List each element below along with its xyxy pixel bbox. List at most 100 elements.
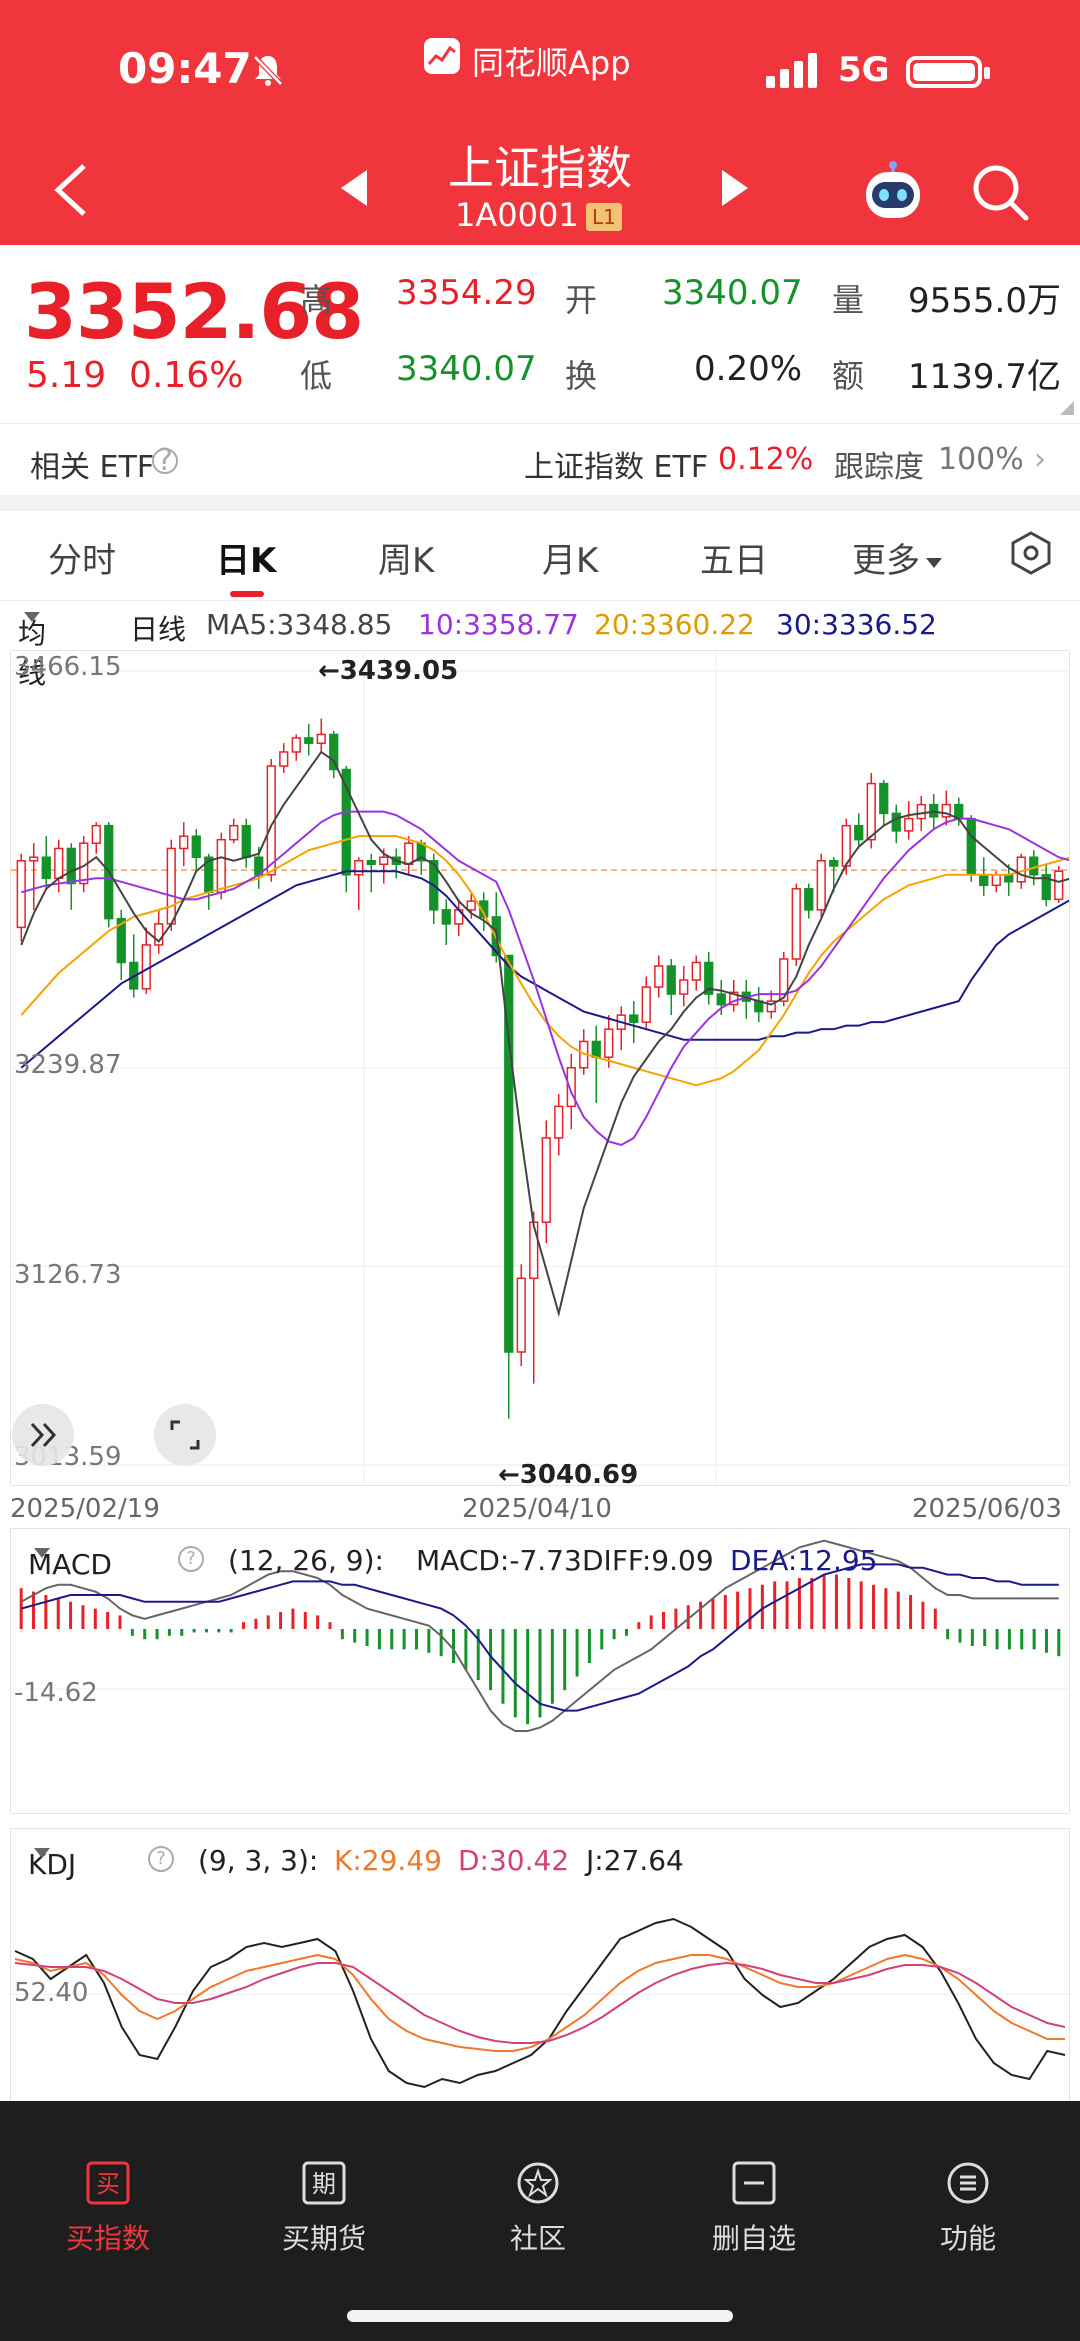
community-icon <box>516 2161 560 2205</box>
candle-up <box>516 1277 526 1353</box>
nav-remove-watchlist[interactable]: 删自选 <box>674 2161 834 2257</box>
battery-icon <box>906 56 990 88</box>
tab-daily-k[interactable]: 日K <box>216 533 276 582</box>
candle-up <box>279 751 289 767</box>
prev-index-icon[interactable] <box>337 168 371 208</box>
kdj-params: (9, 3, 3): <box>198 1844 319 1877</box>
ma10-line <box>20 810 1072 1147</box>
amount-value: 1139.7亿 <box>908 357 1061 397</box>
turnover-label: 换 <box>565 357 598 395</box>
menu-icon <box>946 2161 990 2205</box>
tracking-value: 100% <box>938 442 1024 477</box>
candle-up <box>816 859 826 911</box>
ma30-line <box>20 870 1072 1069</box>
kline-chart-panel[interactable] <box>10 650 1072 1486</box>
date-mid: 2025/04/10 <box>462 1494 612 1524</box>
caret-down-icon <box>34 1548 50 1558</box>
app-header: 09:47 同花顺App 5G 上证指数 1A0001 L1 <box>0 0 1080 245</box>
tab-weekly-k[interactable]: 周K <box>378 533 434 582</box>
candle-down <box>41 856 51 880</box>
macd-params: (12, 26, 9): <box>228 1544 384 1577</box>
open-value: 3340.07 <box>662 273 803 313</box>
tab-five-day[interactable]: 五日 <box>700 533 768 582</box>
candle-down <box>854 824 864 841</box>
price-change: 5.19 0.16% <box>26 355 243 396</box>
etf-pct: 0.12% <box>718 442 814 477</box>
candle-up <box>866 782 876 841</box>
candle-down <box>629 1014 639 1023</box>
search-icon[interactable] <box>968 160 1032 224</box>
nav-label: 买指数 <box>65 2222 150 2255</box>
double-chevron-right-icon <box>30 1422 57 1448</box>
low-value: 3340.07 <box>396 349 537 389</box>
open-label: 开 <box>565 281 598 319</box>
nav-label: 功能 <box>939 2222 996 2255</box>
nav-functions[interactable]: 功能 <box>888 2161 1048 2257</box>
candle-down <box>966 817 976 876</box>
ma30-value: 30:3336.52 <box>776 608 937 641</box>
kdj-legend: KDJ ? (9, 3, 3): K:29.49 D:30.42 J:27.64 <box>20 1840 1060 1881</box>
active-tab-indicator <box>230 591 264 597</box>
chevron-right-icon: › <box>1034 442 1046 477</box>
candle-down <box>241 824 251 858</box>
nav-buy-futures[interactable]: 期 买期货 <box>244 2161 404 2257</box>
candle-up <box>1054 870 1064 901</box>
home-indicator <box>347 2310 733 2322</box>
expand-corner-icon[interactable] <box>1060 401 1074 415</box>
tab-monthly-k[interactable]: 月K <box>542 533 598 582</box>
kdj-help-icon[interactable]: ? <box>148 1846 174 1872</box>
candle-up <box>291 737 301 753</box>
j-value: J:27.64 <box>586 1844 684 1877</box>
back-icon[interactable] <box>48 160 92 220</box>
tab-intraday[interactable]: 分时 <box>48 533 116 582</box>
candle-up <box>641 986 651 1023</box>
nav-buy-index[interactable]: 买 买指数 <box>28 2161 188 2257</box>
ma20-line <box>20 835 1072 1087</box>
settings-hexagon-icon[interactable] <box>1008 530 1054 576</box>
candle-up <box>904 817 914 832</box>
low-annotation: ←3040.69 <box>498 1460 639 1490</box>
caret-down-icon <box>34 1848 50 1858</box>
candle-up <box>916 803 926 820</box>
turnover-value: 0.20% <box>694 349 803 389</box>
tab-more[interactable]: 更多 <box>852 533 942 582</box>
related-etf-row[interactable]: 相关 ETF ? 上证指数 ETF 0.12% 跟踪度 100% › <box>0 423 1080 495</box>
candle-up <box>216 838 226 894</box>
ma5-value: MA5:3348.85 <box>206 608 393 641</box>
kline-chart[interactable] <box>11 651 1072 1485</box>
candle-up <box>554 1105 564 1139</box>
bottom-nav: 买 买指数 期 买期货 社区 删自选 功能 <box>0 2101 1080 2341</box>
candle-up <box>604 1028 614 1058</box>
nav-community[interactable]: 社区 <box>458 2161 618 2257</box>
futures-icon: 期 <box>302 2161 346 2205</box>
candle-down <box>1004 874 1014 883</box>
candle-up <box>654 965 664 988</box>
next-index-icon[interactable] <box>718 168 752 208</box>
help-icon[interactable]: ? <box>152 446 178 476</box>
candle-down <box>891 812 901 832</box>
tab-more-label: 更多 <box>852 541 920 581</box>
candle-down <box>716 993 726 1006</box>
tracking-label: 跟踪度 <box>834 450 924 485</box>
remove-watchlist-icon <box>732 2161 776 2205</box>
d-value: D:30.42 <box>458 1844 570 1877</box>
period-label: 日线 <box>130 613 187 646</box>
candle-up <box>179 835 189 850</box>
fullscreen-icon <box>170 1420 200 1450</box>
buy-icon: 买 <box>86 2161 130 2205</box>
fullscreen-button[interactable] <box>154 1404 216 1466</box>
expand-sidebar-button[interactable] <box>12 1404 74 1466</box>
date-end: 2025/06/03 <box>912 1494 1062 1524</box>
candle-up <box>229 824 239 841</box>
candle-up <box>541 1137 551 1223</box>
caret-down-icon <box>24 612 40 622</box>
high-annotation: ←3439.05 <box>318 656 459 686</box>
period-tabs: 分时 日K 周K 月K 五日 更多 <box>0 511 1080 601</box>
quote-panel: 3352.68 5.19 0.16% 高 3354.29 开 3340.07 量… <box>0 245 1080 423</box>
macd-help-icon[interactable]: ? <box>178 1546 204 1572</box>
network-type: 5G <box>838 50 890 90</box>
candle-up <box>29 856 39 862</box>
y-tick-2: 3239.87 <box>14 1050 122 1080</box>
assistant-robot-icon[interactable] <box>860 160 926 224</box>
divider <box>0 495 1080 511</box>
